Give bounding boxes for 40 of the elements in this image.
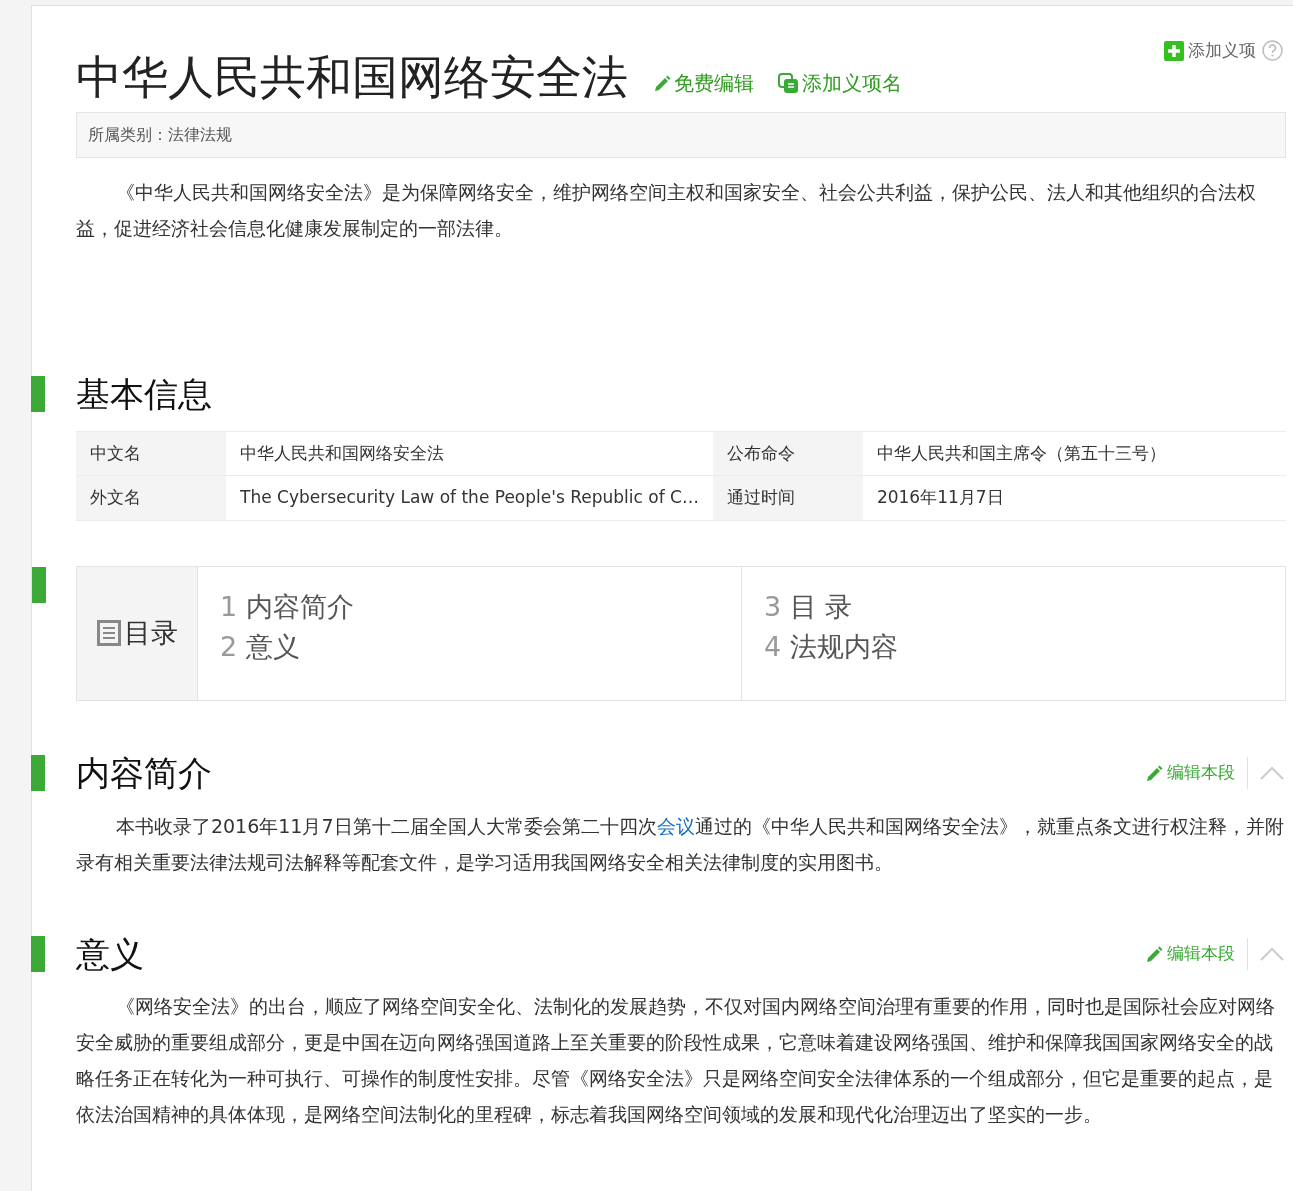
section-paragraph: 《网络安全法》的出台，顺应了网络空间安全化、法制化的发展趋势，不仅对国内网络空间治理有重要的作用，同时也是国际社会应对网络安全威胁的重要组成部分，更是中国在迈向网络强国道路上至关重要的阶段性成果，它意味着建设网络强国、维护和保障我国国家网络安全的战略任务正在转化为一种可执行、可操作的制度性安排。尽管《网络安全法》只是网络空间安全法律体系的一个组成部分，但它是重要的起点，是依法治国精神的具体体现，是网络空间法制化的里程碑，标志着我国网络空间领域的发展和现代化治理迈出了坚实的一步。 — [76, 994, 1276, 1128]
section-marker — [32, 566, 46, 603]
info-label: 中文名 — [76, 431, 226, 476]
info-value: 中华人民共和国主席令（第五十三号） — [862, 431, 1286, 476]
toc-item[interactable]: 4 法规内容 — [764, 631, 1263, 664]
info-label: 外文名 — [76, 475, 226, 521]
info-value: The Cybersecurity Law of the People's Republic of C… — [226, 475, 713, 521]
add-meaning-link[interactable]: 添加义项 — [1164, 38, 1256, 64]
document-icon — [96, 620, 121, 647]
toc-title: 目录 — [123, 616, 178, 651]
toc-item[interactable]: 1 内容简介 — [220, 590, 719, 624]
edit-link[interactable]: 免费编辑 — [652, 68, 754, 98]
edit-section-link[interactable]: 编辑本段 — [1144, 760, 1235, 786]
section-marker — [31, 376, 45, 413]
section-paragraph: 本书收录了2016年11月7日第十二届全国人大常委会第二十四次会议通过的《中华人民共和国网络安全法》，就重点条文进行权注释，并附录有相关重要法律法规司法解释等配套文件，是学习适用我国网络安全相关法律制度的实用图书。 — [76, 813, 1285, 875]
plus-icon — [1164, 40, 1184, 61]
section-heading: 意义 — [76, 933, 144, 975]
inline-link[interactable]: 会议 — [656, 814, 695, 837]
info-label: 通过时间 — [712, 475, 863, 521]
pencil-icon — [1144, 763, 1164, 784]
summary-paragraph: 《中华人民共和国网络安全法》是为保障网络安全，维护网络空间主权和国家安全、社会公共利益，保护公民、法人和其他组织的合法权益，促进经济社会信息化健康发展制定的一部法律。 — [76, 180, 1257, 241]
category-label: 所属类别：法律法规 — [76, 112, 1286, 158]
help-icon[interactable] — [1262, 40, 1283, 62]
toc-item[interactable]: 3 目 录 — [764, 590, 1263, 624]
info-value: 中华人民共和国网络安全法 — [226, 431, 713, 476]
info-value: 2016年11月7日 — [862, 475, 1286, 521]
collapse-icon[interactable] — [1260, 947, 1284, 961]
section-heading: 内容简介 — [76, 752, 212, 794]
page-title: 中华人民共和国网络安全法 — [76, 54, 628, 100]
toc-item[interactable]: 2 意义 — [220, 631, 719, 664]
copy-icon — [778, 72, 800, 94]
collapse-icon[interactable] — [1260, 766, 1284, 781]
section-heading: 基本信息 — [76, 374, 212, 415]
section-marker — [31, 936, 45, 972]
section-marker — [31, 755, 45, 792]
pencil-icon — [652, 73, 672, 93]
info-label: 公布命令 — [712, 431, 863, 476]
pencil-icon — [1144, 944, 1164, 964]
edit-section-link[interactable]: 编辑本段 — [1144, 941, 1235, 967]
add-name-link[interactable]: 添加义项名 — [778, 68, 902, 98]
